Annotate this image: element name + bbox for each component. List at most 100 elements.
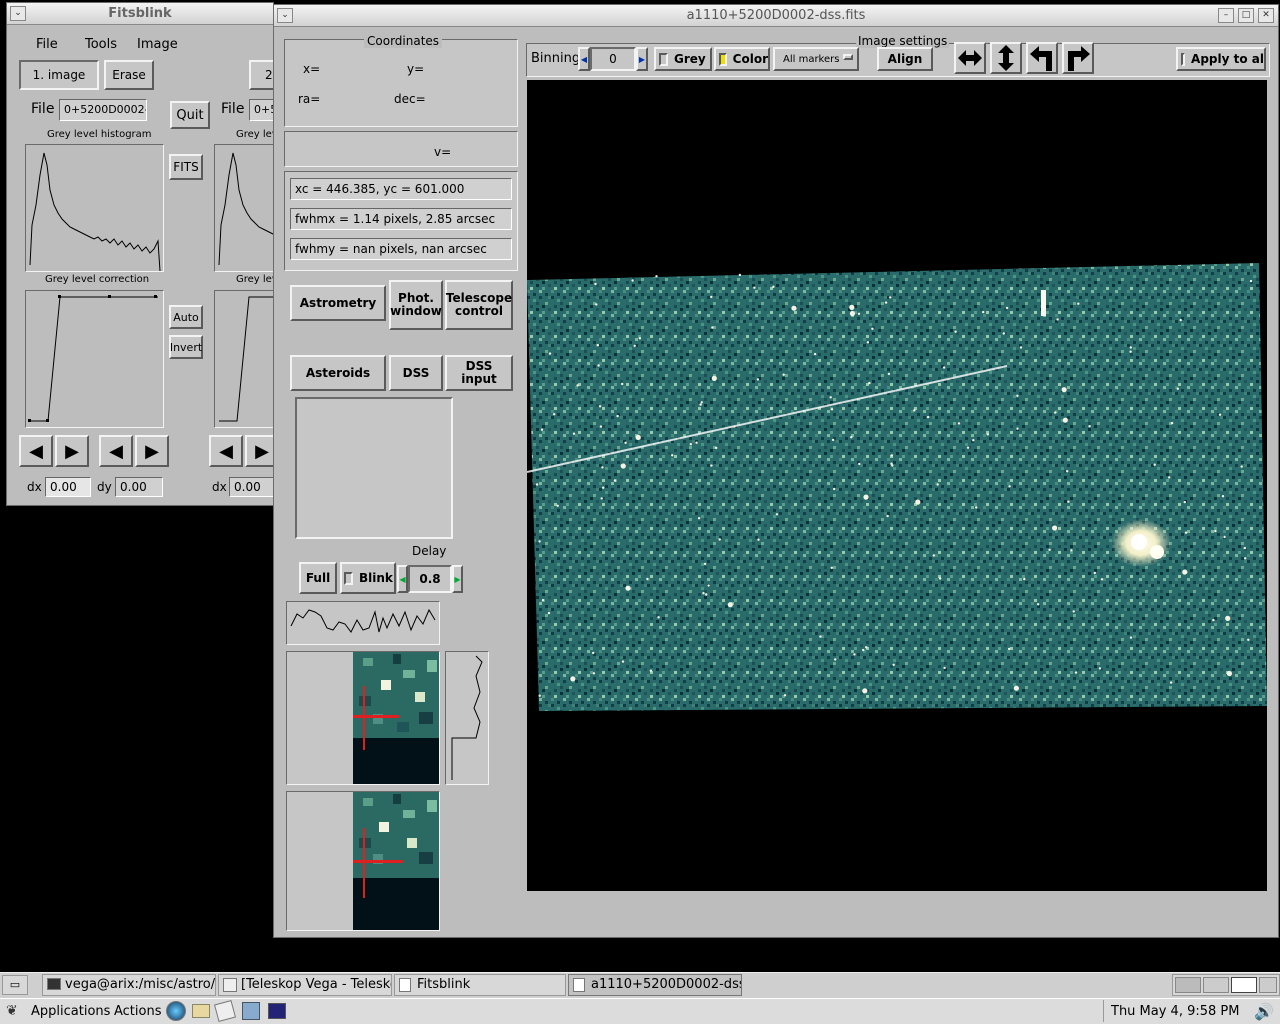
auto-button[interactable]: Auto [169,305,203,329]
star [595,303,598,306]
grey-toggle[interactable]: Grey [654,47,712,71]
star [601,466,604,469]
clock[interactable]: Thu May 4, 9:58 PM [1111,1004,1239,1019]
taskbar-item-fitsblink[interactable]: Fitsblink [394,974,566,996]
dss-button[interactable]: DSS [389,355,443,391]
maximize-icon[interactable]: □ [1238,8,1254,23]
fits-button[interactable]: FITS [169,154,203,180]
menu-file[interactable]: File [36,37,58,52]
email-icon[interactable] [192,1004,210,1018]
dx-field[interactable]: 0.00 [45,477,91,497]
right-arrow-button-2[interactable]: ▶ [135,435,169,467]
star [833,487,836,491]
flip-horizontal-button[interactable] [954,42,986,74]
star [757,538,760,541]
flip-vertical-button[interactable] [990,42,1022,74]
left-arrow-button-3[interactable]: ◀ [209,435,243,467]
close-icon[interactable]: ✕ [1258,8,1274,23]
star [889,296,892,299]
window-menu-icon[interactable]: ⌄ [10,6,26,21]
erase-button[interactable]: Erase [104,60,154,90]
asteroids-button[interactable]: Asteroids [290,355,386,391]
image1-button[interactable]: 1. image [19,60,99,90]
actions-menu[interactable]: Actions [114,1004,162,1019]
binning-value-box[interactable]: 0 [590,47,636,71]
menu-tools[interactable]: Tools [85,37,117,52]
fwhmy-readout: fwhmy = nan pixels, nan arcsec [290,238,512,260]
workspace-switcher[interactable] [1172,974,1280,996]
star [887,372,891,376]
star [1013,685,1019,691]
presentation-icon[interactable] [242,1002,260,1020]
binning-increment[interactable]: ▶ [636,47,648,71]
telescope-control-button[interactable]: Telescope control [445,280,513,330]
align-button[interactable]: Align [877,47,933,71]
quit-button[interactable]: Quit [170,101,210,129]
image-canvas[interactable] [527,80,1267,891]
star [1169,681,1173,684]
markers-select[interactable]: All markers [773,47,859,71]
column-profile-plot [445,651,489,785]
delay-increment[interactable]: ▶ [452,565,463,593]
workspace-4[interactable] [1259,977,1277,993]
correction2-label: Grey lev [236,274,278,285]
star [570,676,576,682]
astrometry-label: Astrometry [299,295,377,310]
file-field[interactable]: 0+5200D0002-ds [59,99,147,121]
delay-decrement[interactable]: ◀ [397,565,408,593]
image-window-titlebar[interactable]: a1110+5200D0002-dss.fits [274,5,1278,27]
color-label: Color [732,51,768,66]
binning-decrement[interactable]: ◀ [578,47,590,71]
left-arrow-button-2[interactable]: ◀ [99,435,133,467]
dx2-field[interactable]: 0.00 [229,477,279,497]
grey-checkbox[interactable] [659,52,668,66]
star [1054,411,1057,414]
zoom-image-1 [353,652,439,784]
blink-button[interactable]: Blink [340,562,396,594]
terminal-launcher-icon[interactable] [268,1003,286,1019]
web-browser-icon[interactable] [166,1001,186,1021]
invert-button[interactable]: Invert [169,335,203,359]
applications-menu[interactable]: Applications [31,1004,110,1019]
astrometry-button[interactable]: Astrometry [290,285,386,321]
dss-input-button[interactable]: DSS input [445,355,513,391]
taskbar-item-terminal[interactable]: vega@arix:/misc/astro/da [42,974,216,996]
menu-image[interactable]: Image [137,37,178,52]
fitsblink-title: Fitsblink [108,6,172,21]
star [592,651,595,655]
workspace-2[interactable] [1203,977,1229,993]
star [738,273,742,277]
blink-checkbox[interactable] [344,571,353,585]
star [943,666,946,670]
star [541,599,545,602]
taskbar-item-image-window[interactable]: a1110+5200D0002-dss.fits [568,974,742,996]
star [1066,470,1069,473]
histogram2-label: Grey lev [236,129,278,140]
color-toggle[interactable]: Color [714,47,770,71]
apply-to-all-toggle[interactable]: Apply to al [1176,47,1266,71]
star [1157,555,1160,558]
dy-field[interactable]: 0.00 [115,477,163,497]
delay-value-box[interactable]: 0.8 [408,565,452,593]
left-arrow-button[interactable]: ◀ [19,435,53,467]
window-menu-icon[interactable]: ⌄ [277,8,293,23]
star [576,384,579,387]
correction-label: Grey level correction [45,274,150,285]
taskbar-item-telescope[interactable]: [Teleskop Vega - Telesko [218,974,392,996]
workspace-3[interactable] [1231,977,1257,993]
fitsblink-titlebar[interactable]: Fitsblink [7,3,273,25]
rotate-left-button[interactable] [1026,42,1058,74]
full-button[interactable]: Full [299,562,337,594]
star [657,616,660,619]
star-field-image [527,263,1267,711]
minimize-icon[interactable]: – [1218,8,1234,23]
star [1176,387,1179,390]
volume-icon[interactable]: 🔊 [1254,1002,1274,1021]
apply-checkbox[interactable] [1181,52,1186,66]
phot-window-button[interactable]: Phot. window [389,280,443,330]
workspace-1[interactable] [1175,977,1201,993]
color-checkbox[interactable] [719,52,727,66]
rotate-right-button[interactable] [1062,42,1094,74]
right-arrow-button[interactable]: ▶ [55,435,89,467]
show-desktop-button[interactable]: ▭ [2,975,28,995]
